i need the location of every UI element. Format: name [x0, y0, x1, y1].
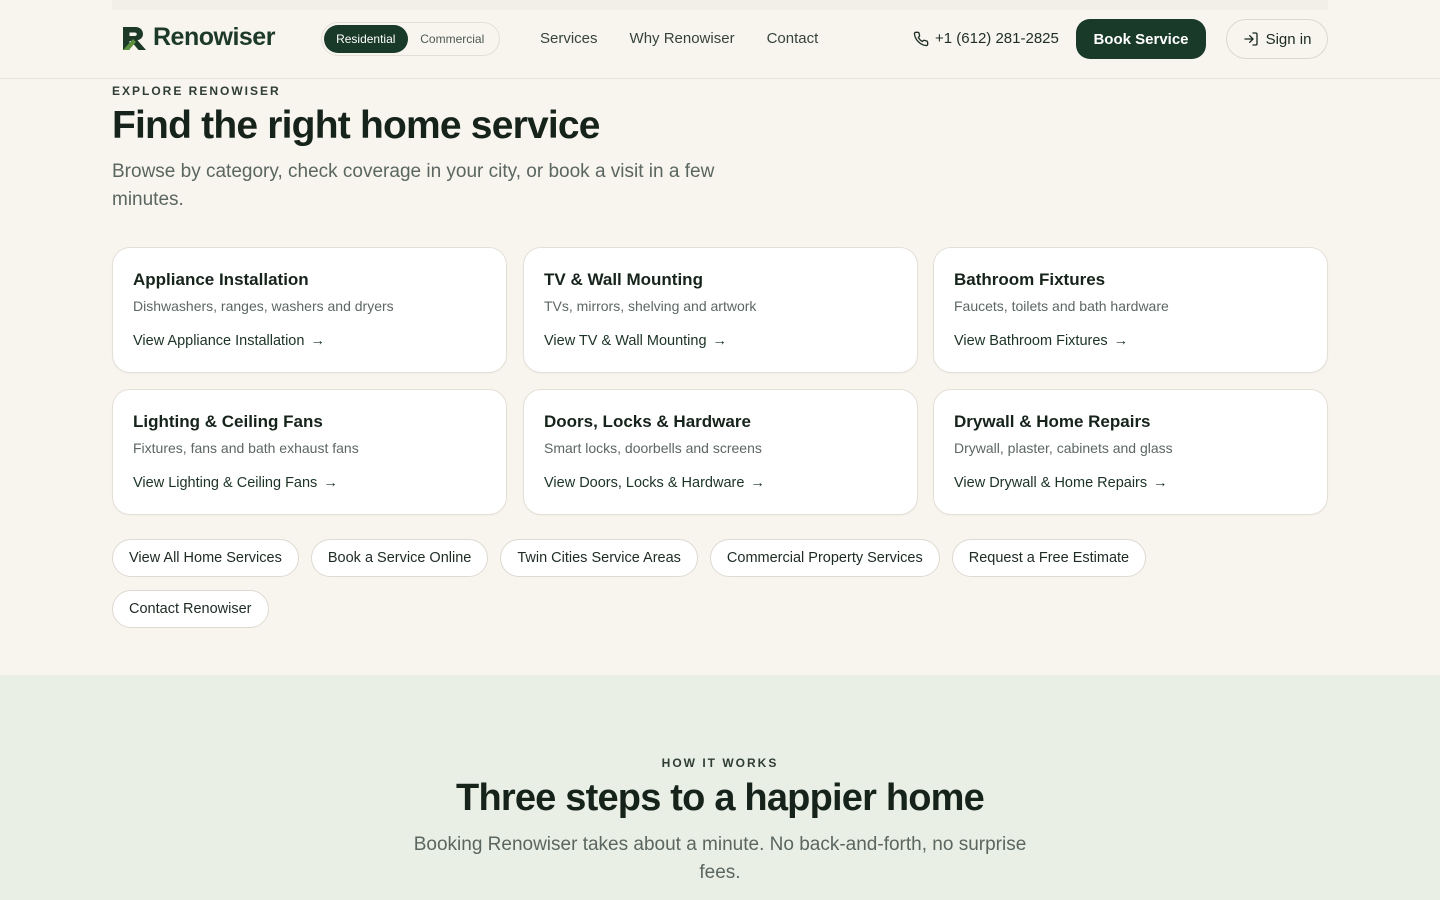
card-link[interactable]: View Drywall & Home Repairs → [954, 475, 1168, 491]
how-it-works-section: HOW IT WORKS Three steps to a happier ho… [0, 675, 1440, 900]
phone-icon [913, 31, 929, 46]
arrow-right-icon: → [310, 333, 325, 349]
sign-in-icon [1243, 32, 1258, 46]
page-subtitle: Browse by category, check coverage in yo… [112, 161, 715, 210]
phone-number: +1 (612) 281-2825 [935, 30, 1059, 47]
card-link[interactable]: View Bathroom Fixtures → [954, 333, 1128, 349]
card-title: Doors, Locks & Hardware [544, 412, 751, 431]
arrow-right-icon: → [323, 475, 338, 491]
sign-in-button[interactable]: Sign in [1226, 19, 1328, 59]
card-description: Dishwashers, ranges, washers and dryers [133, 298, 394, 314]
card-link[interactable]: View Doors, Locks & Hardware → [544, 475, 765, 491]
card-link-label: View Appliance Installation [133, 333, 305, 349]
brand-name: Renowiser [153, 23, 275, 51]
nav-why-renowiser[interactable]: Why Renowiser [630, 30, 735, 47]
pill-contact[interactable]: Contact Renowiser [112, 590, 269, 628]
segment-commercial[interactable]: Commercial [408, 25, 497, 53]
service-card-drywall-home-repairs[interactable]: Drywall & Home Repairs Drywall, plaster,… [933, 389, 1328, 515]
quick-links: View All Home Services Book a Service On… [112, 539, 1212, 628]
main-nav: Services Why Renowiser Contact [540, 30, 818, 47]
pill-commercial-services[interactable]: Commercial Property Services [709, 539, 940, 577]
logo[interactable]: Renowiser [121, 23, 275, 52]
card-link-label: View Drywall & Home Repairs [954, 475, 1148, 491]
card-link[interactable]: View Appliance Installation → [133, 333, 325, 349]
segment-residential[interactable]: Residential [324, 25, 408, 53]
card-description: Faucets, toilets and bath hardware [954, 298, 1169, 314]
card-title: TV & Wall Mounting [544, 270, 703, 289]
card-link-label: View Bathroom Fixtures [954, 333, 1108, 349]
card-link-label: View Doors, Locks & Hardware [544, 475, 745, 491]
card-title: Lighting & Ceiling Fans [133, 412, 323, 431]
sign-in-label: Sign in [1265, 30, 1312, 48]
card-description: TVs, mirrors, shelving and artwork [544, 298, 757, 314]
nav-services[interactable]: Services [540, 30, 598, 47]
renowiser-logo-icon [123, 26, 146, 50]
explore-eyebrow: EXPLORE RENOWISER [112, 84, 281, 98]
pill-free-estimate[interactable]: Request a Free Estimate [951, 539, 1147, 577]
card-title: Bathroom Fixtures [954, 270, 1106, 289]
card-title: Drywall & Home Repairs [954, 412, 1151, 431]
arrow-right-icon: → [1153, 475, 1168, 491]
card-link[interactable]: View Lighting & Ceiling Fans → [133, 475, 338, 491]
arrow-right-icon: → [750, 475, 765, 491]
segment-toggle: Residential Commercial [321, 22, 500, 56]
arrow-right-icon: → [712, 333, 728, 349]
pill-book-online[interactable]: Book a Service Online [310, 539, 489, 577]
card-description: Fixtures, fans and bath exhaust fans [133, 440, 359, 456]
service-card-tv-wall-mounting[interactable]: TV & Wall Mounting TVs, mirrors, shelvin… [523, 247, 918, 373]
site-header: Renowiser Residential Commercial Service… [0, 0, 1440, 79]
book-service-button[interactable]: Book Service [1076, 19, 1206, 59]
how-subtitle: Booking Renowiser takes about a minute. … [413, 834, 1027, 883]
arrow-right-icon: → [1113, 333, 1129, 349]
how-eyebrow: HOW IT WORKS [661, 756, 779, 770]
page-title: Find the right home service [112, 104, 600, 147]
service-card-appliance-installation[interactable]: Appliance Installation Dishwashers, rang… [112, 247, 507, 373]
pill-view-all-services[interactable]: View All Home Services [112, 539, 299, 577]
card-link-label: View Lighting & Ceiling Fans [133, 475, 318, 491]
service-card-bathroom-fixtures[interactable]: Bathroom Fixtures Faucets, toilets and b… [933, 247, 1328, 373]
card-link[interactable]: View TV & Wall Mounting → [544, 333, 727, 349]
phone-link[interactable]: +1 (612) 281-2825 [913, 30, 1059, 47]
how-title: Three steps to a happier home [456, 777, 985, 819]
card-description: Smart locks, doorbells and screens [544, 440, 762, 456]
pill-service-areas[interactable]: Twin Cities Service Areas [500, 539, 698, 577]
card-description: Drywall, plaster, cabinets and glass [954, 440, 1173, 456]
card-link-label: View TV & Wall Mounting [544, 333, 707, 349]
service-card-doors-locks-hardware[interactable]: Doors, Locks & Hardware Smart locks, doo… [523, 389, 918, 515]
card-title: Appliance Installation [133, 270, 309, 289]
service-card-lighting-ceiling-fans[interactable]: Lighting & Ceiling Fans Fixtures, fans a… [112, 389, 507, 515]
nav-contact[interactable]: Contact [767, 30, 819, 47]
